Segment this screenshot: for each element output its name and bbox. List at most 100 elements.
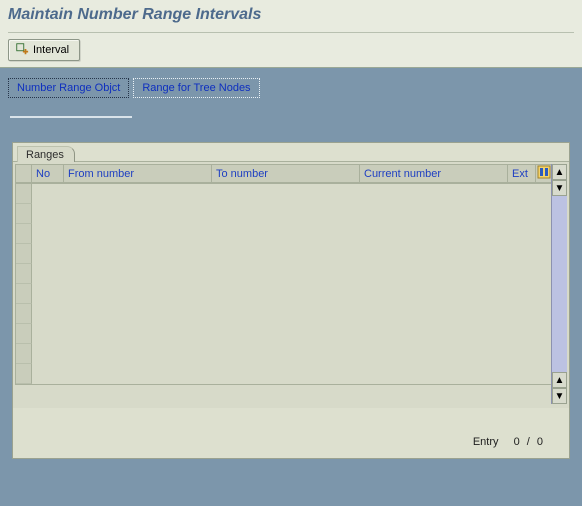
grid-cell[interactable]: [64, 184, 212, 204]
grid-cell[interactable]: [212, 304, 360, 324]
row-selector[interactable]: [16, 184, 32, 204]
grid-cell[interactable]: [64, 264, 212, 284]
grid-cell[interactable]: [212, 324, 360, 344]
grid-cell[interactable]: [64, 344, 212, 364]
grid-cell[interactable]: [536, 344, 552, 364]
grid-cell[interactable]: [508, 324, 536, 344]
grid-cell[interactable]: [64, 284, 212, 304]
grid-cell[interactable]: [212, 184, 360, 204]
panel-tabstrip: Ranges: [13, 143, 569, 161]
grid-cell[interactable]: [212, 344, 360, 364]
grid-cell[interactable]: [32, 284, 64, 304]
grid-cell[interactable]: [536, 244, 552, 264]
grid-cell[interactable]: [508, 304, 536, 324]
ranges-grid-body: [15, 184, 567, 404]
grid-cell[interactable]: [360, 264, 508, 284]
row-selector[interactable]: [16, 344, 32, 364]
row-selector[interactable]: [16, 304, 32, 324]
column-ext[interactable]: Ext: [508, 165, 536, 183]
grid-cell[interactable]: [32, 364, 64, 384]
grid-cell[interactable]: [64, 204, 212, 224]
grid-cell[interactable]: [32, 224, 64, 244]
interval-button[interactable]: Interval: [8, 39, 80, 61]
grid-cell[interactable]: [360, 324, 508, 344]
tab-range-for-tree-nodes[interactable]: Range for Tree Nodes: [133, 78, 259, 98]
grid-cell[interactable]: [508, 244, 536, 264]
row-selector[interactable]: [16, 264, 32, 284]
grid-cell[interactable]: [212, 264, 360, 284]
grid-cell[interactable]: [32, 344, 64, 364]
scroll-track[interactable]: [552, 196, 567, 372]
grid-cell[interactable]: [508, 224, 536, 244]
row-selector[interactable]: [16, 324, 32, 344]
entry-total: 0: [537, 436, 543, 448]
row-selector[interactable]: [16, 204, 32, 224]
grid-cell[interactable]: [32, 244, 64, 264]
grid-cell[interactable]: [64, 324, 212, 344]
row-selector[interactable]: [16, 224, 32, 244]
vertical-scrollbar[interactable]: ▲ ▼ ▲ ▼: [551, 164, 567, 404]
grid-cell[interactable]: [536, 184, 552, 204]
grid-cell[interactable]: [32, 184, 64, 204]
scroll-down-a-button[interactable]: ▼: [552, 180, 567, 196]
scroll-up-b-button[interactable]: ▲: [552, 372, 567, 388]
grid-cell[interactable]: [360, 224, 508, 244]
panel-tab-ranges[interactable]: Ranges: [17, 146, 75, 162]
grid-cell[interactable]: [536, 324, 552, 344]
grid-cell[interactable]: [212, 284, 360, 304]
grid-cell[interactable]: [212, 204, 360, 224]
row-selector[interactable]: [16, 244, 32, 264]
grid-cell[interactable]: [64, 244, 212, 264]
grid-cell[interactable]: [64, 224, 212, 244]
grid-cell[interactable]: [536, 224, 552, 244]
grid-cell[interactable]: [32, 204, 64, 224]
grid-cell[interactable]: [212, 224, 360, 244]
column-to-number[interactable]: To number: [212, 165, 360, 183]
grid-cell[interactable]: [508, 204, 536, 224]
entry-separator: /: [527, 436, 530, 448]
grid-cell[interactable]: [360, 344, 508, 364]
title-divider: [8, 32, 574, 33]
grid-cell[interactable]: [64, 304, 212, 324]
grid-cell[interactable]: [360, 184, 508, 204]
scroll-down-button[interactable]: ▼: [552, 388, 567, 404]
tab-number-range-object[interactable]: Number Range Objct: [8, 78, 129, 98]
grid-cell[interactable]: [536, 284, 552, 304]
grid-cell[interactable]: [508, 284, 536, 304]
grid-cell[interactable]: [536, 264, 552, 284]
grid-cell[interactable]: [508, 264, 536, 284]
field-underline: [10, 116, 132, 118]
grid-cell[interactable]: [32, 304, 64, 324]
grid-cell[interactable]: [508, 184, 536, 204]
triangle-down-icon: ▼: [555, 391, 565, 402]
grid-cell[interactable]: [360, 244, 508, 264]
column-row-selector[interactable]: [16, 165, 32, 183]
interval-button-label: Interval: [33, 44, 69, 56]
grid-cell[interactable]: [508, 364, 536, 384]
row-selector[interactable]: [16, 284, 32, 304]
grid-cell[interactable]: [360, 204, 508, 224]
grid-cell[interactable]: [536, 304, 552, 324]
grid-cell[interactable]: [536, 204, 552, 224]
column-from-number[interactable]: From number: [64, 165, 212, 183]
column-configure[interactable]: [536, 165, 552, 183]
grid-cell[interactable]: [212, 244, 360, 264]
row-selector[interactable]: [16, 364, 32, 384]
scroll-up-button[interactable]: ▲: [552, 164, 567, 180]
grid-cell[interactable]: [508, 344, 536, 364]
column-no[interactable]: No: [32, 165, 64, 183]
add-interval-icon: [15, 42, 29, 59]
triangle-down-icon: ▼: [555, 183, 565, 194]
grid-cell[interactable]: [360, 304, 508, 324]
grid-cell[interactable]: [32, 324, 64, 344]
triangle-up-icon: ▲: [555, 167, 565, 178]
column-current-number[interactable]: Current number: [360, 165, 508, 183]
grid-cell[interactable]: [32, 264, 64, 284]
grid-cell[interactable]: [536, 364, 552, 384]
grid-cell[interactable]: [360, 364, 508, 384]
grid-cell[interactable]: [212, 364, 360, 384]
entry-label: Entry: [473, 436, 499, 448]
table-settings-icon: [537, 165, 551, 182]
grid-cell[interactable]: [360, 284, 508, 304]
grid-cell[interactable]: [64, 364, 212, 384]
